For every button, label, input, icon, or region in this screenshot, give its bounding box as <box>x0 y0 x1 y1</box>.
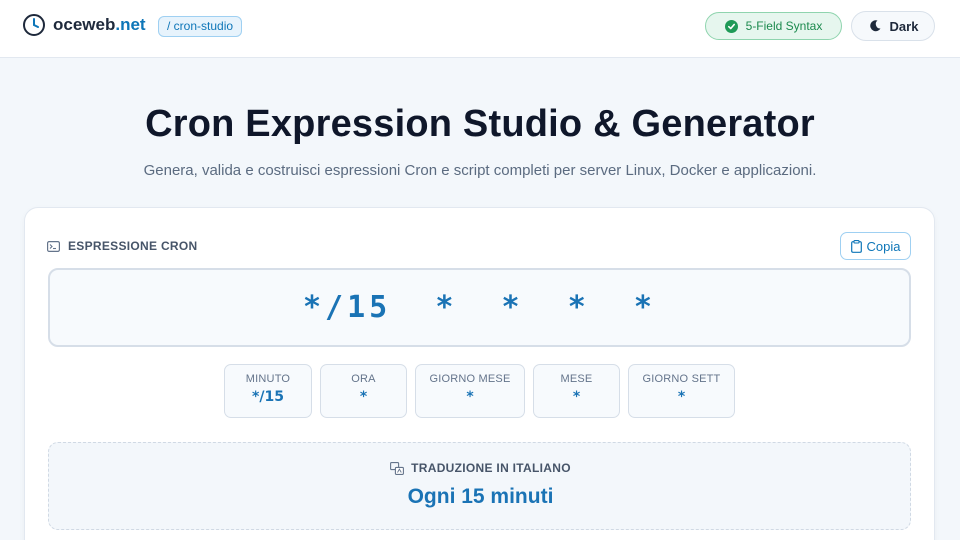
field-label: ORA <box>351 373 376 385</box>
field-value: * <box>359 389 368 405</box>
field-value: * <box>572 389 581 405</box>
field-label: GIORNO MESE <box>429 373 511 385</box>
brand-name: oceweb.net <box>53 15 146 34</box>
field-label: MESE <box>560 373 593 385</box>
translation-panel: TRADUZIONE IN ITALIANO Ogni 15 minuti <box>48 442 911 530</box>
field-value: * <box>677 389 686 405</box>
field-value: * <box>466 389 474 405</box>
copy-button[interactable]: Copia <box>840 232 911 260</box>
page-subtitle: Genera, valida e costruisci espressioni … <box>143 162 817 179</box>
moon-icon <box>868 19 882 33</box>
translation-label: TRADUZIONE IN ITALIANO <box>49 461 912 475</box>
field-hour: ORA * <box>320 364 407 418</box>
page-title: Cron Expression Studio & Generator <box>145 103 815 145</box>
field-day-of-month: GIORNO MESE * <box>415 364 525 418</box>
copy-button-label: Copia <box>866 238 901 254</box>
route-badge: / cron-studio <box>158 16 243 37</box>
field-day-of-week: GIORNO SETT * <box>628 364 735 418</box>
cron-expression-card: ESPRESSIONE CRON Copia */15 * * * * MINU… <box>24 207 935 540</box>
field-minute: MINUTO */15 <box>224 364 312 418</box>
theme-toggle-label: Dark <box>889 18 919 34</box>
check-circle-icon <box>724 19 738 33</box>
theme-toggle-button[interactable]: Dark <box>851 11 935 41</box>
brand-logo-link[interactable]: oceweb.net <box>22 13 146 37</box>
field-label: GIORNO SETT <box>642 373 721 385</box>
translate-icon <box>390 461 405 475</box>
field-value: */15 <box>252 389 284 405</box>
clipboard-icon <box>850 239 862 253</box>
field-label: MINUTO <box>245 373 291 385</box>
syntax-badge-label: 5-Field Syntax <box>745 19 823 33</box>
clock-icon <box>22 13 46 37</box>
expression-section-label: ESPRESSIONE CRON <box>47 239 198 253</box>
cron-expression-display[interactable]: */15 * * * * <box>48 268 911 347</box>
terminal-icon <box>47 240 61 252</box>
syntax-badge: 5-Field Syntax <box>705 12 842 40</box>
cron-fields-breakdown: MINUTO */15 ORA * GIORNO MESE * MESE * G… <box>25 364 936 418</box>
top-navbar: oceweb.net / cron-studio 5-Field Syntax … <box>0 0 960 58</box>
translation-value: Ogni 15 minuti <box>407 485 554 508</box>
field-month: MESE * <box>533 364 620 418</box>
